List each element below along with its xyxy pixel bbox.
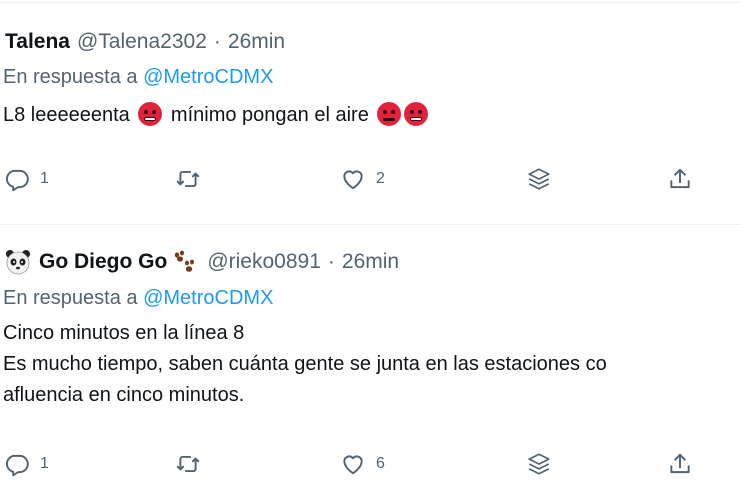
heart-icon — [343, 455, 363, 475]
tweet-2-separator: · — [327, 250, 335, 273]
tweet-1-header: Talena @Talena2302 · 26min — [5, 30, 285, 54]
tweet-1-like-count: 2 — [376, 170, 385, 187]
tweet-1-text: L8 leeeeeenta mínimo pongan el aire — [3, 102, 431, 128]
tweet-2-display-name[interactable]: Go Diego Go — [39, 250, 167, 274]
tweet-1-reply-mention[interactable]: @MetroCDMX — [143, 66, 273, 88]
tweet-1-text-part-1: L8 leeeeeenta — [3, 104, 130, 126]
tweet-1-reply-prefix: En respuesta a — [3, 66, 138, 88]
reply-icon — [5, 169, 29, 192]
tweet-1-separator: · — [213, 30, 221, 53]
tweet-2-text-line-3: afluencia en cinco minutos. — [3, 384, 245, 406]
tweet-2-text-line-1: Cinco minutos en la línea 8 — [3, 322, 245, 344]
tweet-1-display-name[interactable]: Talena — [5, 30, 70, 54]
tweet-1-text-part-2: mínimo pongan el aire — [170, 104, 369, 126]
tweet-2-header: Go Diego Go @rieko0891 · 26min — [5, 249, 399, 275]
panda-emoji-icon — [6, 250, 30, 275]
tweet-2-stack-button[interactable] — [526, 449, 552, 479]
tweet-1-share-button[interactable] — [667, 164, 693, 194]
retweet-icon — [176, 455, 200, 473]
stack-icon — [528, 168, 550, 190]
tweet-2-actions: 1 6 — [0, 449, 740, 479]
tweet-1-retweet-button[interactable] — [175, 164, 201, 194]
tweet-2-like-count: 6 — [376, 455, 385, 472]
tweet-2-handle[interactable]: @rieko0891 — [207, 250, 321, 274]
share-icon — [670, 453, 690, 474]
stack-icon — [528, 453, 550, 475]
angry-face-emoji-icon — [377, 102, 402, 126]
tweet-1-reply-context: En respuesta a @MetroCDMX — [3, 66, 273, 89]
tweet-1-handle[interactable]: @Talena2302 — [77, 30, 207, 54]
tweet-2-reply-button[interactable]: 1 — [4, 449, 49, 479]
retweet-icon — [176, 170, 200, 188]
tweet-2-text: Cinco minutos en la línea 8 Es mucho tie… — [3, 320, 607, 408]
paw-prints-emoji-icon — [175, 250, 195, 272]
tweet-2-reply-context: En respuesta a @MetroCDMX — [3, 287, 273, 310]
heart-icon — [343, 170, 363, 190]
tweet-2-time[interactable]: 26min — [342, 250, 399, 274]
top-divider — [0, 2, 740, 3]
tweet-2-reply-mention[interactable]: @MetroCDMX — [143, 287, 273, 309]
tweet-1-like-button[interactable]: 2 — [340, 164, 385, 194]
tweet-1-reply-count: 1 — [40, 170, 49, 187]
share-icon — [670, 168, 690, 189]
tweet-1-reply-button[interactable]: 1 — [4, 164, 49, 194]
tweet-divider — [0, 224, 740, 225]
tweet-2-reply-prefix: En respuesta a — [3, 287, 138, 309]
angry-face-emoji-icon — [138, 102, 163, 126]
tweet-2-reply-count: 1 — [40, 455, 49, 472]
tweet-2-like-button[interactable]: 6 — [340, 449, 385, 479]
reply-icon — [5, 454, 29, 477]
tweet-2-share-button[interactable] — [667, 449, 693, 479]
tweet-2-text-line-2: Es mucho tiempo, saben cuánta gente se j… — [3, 353, 607, 375]
tweet-1-actions: 1 2 — [0, 164, 740, 194]
tweet-1-stack-button[interactable] — [526, 164, 552, 194]
tweet-1-time[interactable]: 26min — [228, 30, 285, 54]
angry-face-emoji-icon — [404, 102, 429, 126]
tweet-2-retweet-button[interactable] — [175, 449, 201, 479]
